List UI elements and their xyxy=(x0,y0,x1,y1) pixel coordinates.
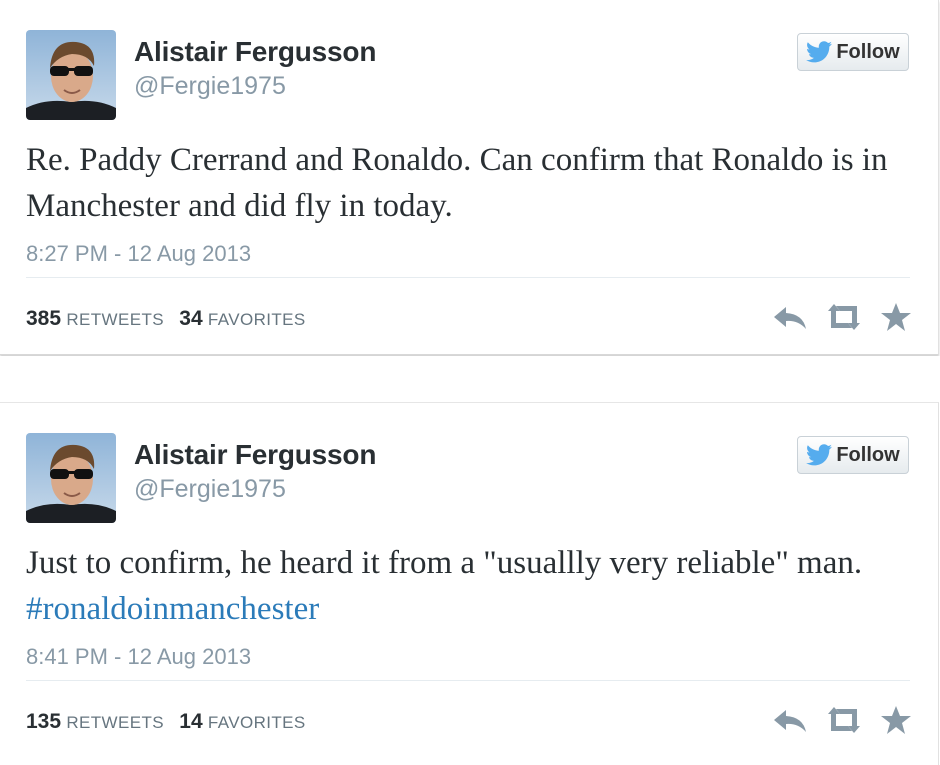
tweet-card: Alistair Fergusson @Fergie1975 Follow Re… xyxy=(0,0,939,355)
star-icon[interactable] xyxy=(880,301,912,338)
follow-button[interactable]: Follow xyxy=(797,33,909,71)
retweets-label[interactable]: RETWEETS xyxy=(66,310,164,329)
avatar[interactable] xyxy=(26,433,116,523)
timestamp[interactable]: 8:41 PM - 12 Aug 2013 xyxy=(26,644,251,670)
tweet-text-body: Re. Paddy Crerrand and Ronaldo. Can conf… xyxy=(26,142,888,224)
tweet-card: Alistair Fergusson @Fergie1975 Follow Ju… xyxy=(0,402,939,765)
separator xyxy=(0,356,940,402)
twitter-bird-icon xyxy=(806,444,833,466)
retweets-label[interactable]: RETWEETS xyxy=(66,713,164,732)
retweet-icon[interactable] xyxy=(824,301,864,338)
tweet-actions xyxy=(772,704,912,736)
favorites-count[interactable]: 14 xyxy=(179,710,202,733)
reply-icon[interactable] xyxy=(772,301,808,338)
retweets-count[interactable]: 385 xyxy=(26,307,61,330)
timestamp[interactable]: 8:27 PM - 12 Aug 2013 xyxy=(26,241,251,267)
tweet-text: Just to confirm, he heard it from a "usu… xyxy=(26,540,906,632)
follow-label: Follow xyxy=(836,40,900,63)
divider xyxy=(26,680,910,681)
avatar[interactable] xyxy=(26,30,116,120)
retweet-icon[interactable] xyxy=(824,704,864,741)
tweet-stats: 135 RETWEETS 14 FAVORITES xyxy=(26,710,316,734)
hashtag-link[interactable]: #ronaldoinmanchester xyxy=(26,591,319,627)
favorites-label[interactable]: FAVORITES xyxy=(208,310,306,329)
display-name[interactable]: Alistair Fergusson xyxy=(134,439,376,471)
follow-button[interactable]: Follow xyxy=(797,436,909,474)
favorites-count[interactable]: 34 xyxy=(179,307,202,330)
twitter-bird-icon xyxy=(806,41,833,63)
follow-label: Follow xyxy=(836,443,900,466)
tweet-text-body: Just to confirm, he heard it from a "usu… xyxy=(26,545,863,581)
tweet-text: Re. Paddy Crerrand and Ronaldo. Can conf… xyxy=(26,137,906,229)
favorites-label[interactable]: FAVORITES xyxy=(208,713,306,732)
divider xyxy=(26,277,910,278)
user-handle[interactable]: @Fergie1975 xyxy=(134,475,286,504)
display-name[interactable]: Alistair Fergusson xyxy=(134,36,376,68)
star-icon[interactable] xyxy=(880,704,912,741)
reply-icon[interactable] xyxy=(772,704,808,741)
tweet-stats: 385 RETWEETS 34 FAVORITES xyxy=(26,307,316,331)
tweet-actions xyxy=(772,301,912,333)
user-handle[interactable]: @Fergie1975 xyxy=(134,72,286,101)
retweets-count[interactable]: 135 xyxy=(26,710,61,733)
